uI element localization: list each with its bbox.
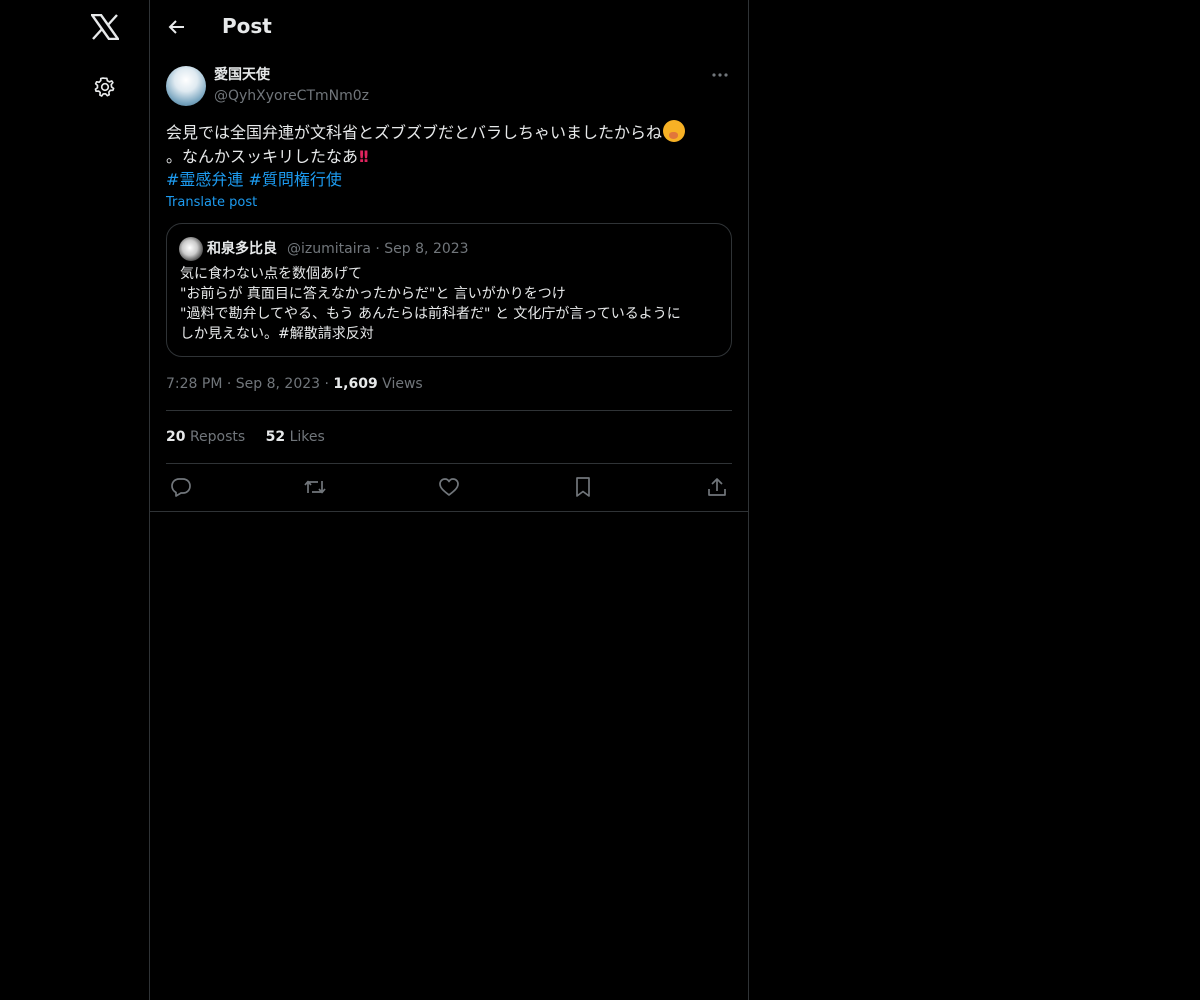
more-icon[interactable] [708,68,732,82]
quoted-post[interactable]: 和泉多比良 @izumitaira · Sep 8, 2023 気に食わない点を… [166,223,732,357]
post-text-line1: 会見では全国弁連が文科省とズブズブだとバラしちゃいましたからね [166,123,663,142]
quoted-author-handle: @izumitaira [287,241,371,257]
page-title: Post [222,14,272,38]
divider [150,511,748,512]
quoted-text: 気に食わない点を数個あげて "お前らが 真面目に答えなかったからだ"と 言いがか… [180,264,720,344]
post-time[interactable]: 7:28 PM [166,376,222,392]
views-label: Views [382,376,423,392]
views-count: 1,609 [333,376,378,392]
double-exclamation-emoji-icon: !! [358,147,369,166]
post-text-line2: 。なんかスッキリしたなあ [166,147,359,166]
reposts-stat[interactable]: 20 Reposts [166,429,245,445]
avatar[interactable] [166,66,206,106]
post-date[interactable]: Sep 8, 2023 [236,376,320,392]
reply-icon[interactable] [168,474,194,500]
header: Post [150,0,748,53]
post-stats: 20 Reposts 52 Likes [166,427,341,447]
quoted-text-line: しか見えない。#解散請求反対 [180,326,374,342]
reposts-count: 20 [166,429,186,445]
quoted-text-line: "お前らが 真面目に答えなかったからだ"と 言いがかりをつけ [180,286,566,302]
gear-icon[interactable] [90,72,120,102]
author-handle[interactable]: @QyhXyoreCTmNm0z [214,86,369,106]
likes-label: Likes [289,429,325,445]
hashtag-link[interactable]: #霊感弁連 [166,170,243,189]
quoted-author-name: 和泉多比良 [207,241,277,257]
avatar [179,237,203,261]
likes-count: 52 [265,429,286,445]
share-icon[interactable] [704,474,730,500]
separator: · [226,376,236,392]
reposts-label: Reposts [189,429,246,445]
post-detail-column: Post 愛国天使 @QyhXyoreCTmNm0z 会見では全国弁連が文科省と… [150,0,749,1000]
divider [166,463,732,464]
quoted-text-line: "過料で勘弁してやる、もう あんたらは前科者だ" と 文化庁が言っているように [180,306,681,322]
separator: · [375,241,385,257]
likes-stat[interactable]: 52 Likes [266,429,325,445]
post-text: 会見では全国弁連が文科省とズブズブだとバラしちゃいましたからね 。なんかスッキリ… [166,120,726,169]
divider [166,410,732,411]
repost-icon[interactable] [302,474,328,500]
quoted-meta: @izumitaira · Sep 8, 2023 [287,239,469,259]
quoted-date: Sep 8, 2023 [384,241,469,257]
post-meta: 7:28 PM · Sep 8, 2023 · 1,609 Views [166,374,423,394]
translate-post-link[interactable]: Translate post [166,194,257,212]
like-icon[interactable] [436,474,462,500]
bookmark-icon[interactable] [570,474,596,500]
hashtags: #霊感弁連 #質問権行使 [166,168,342,192]
x-logo-icon[interactable] [88,10,122,44]
sidebar [0,0,150,1000]
face-with-hand-emoji-icon [663,120,686,142]
quoted-text-line: 気に食わない点を数個あげて [180,266,362,282]
author-name[interactable]: 愛国天使 [214,66,270,84]
post-author: 愛国天使 @QyhXyoreCTmNm0z [166,66,732,108]
hashtag-link[interactable]: #質問権行使 [249,170,342,189]
back-arrow-icon[interactable] [164,14,190,40]
action-bar [166,474,732,500]
